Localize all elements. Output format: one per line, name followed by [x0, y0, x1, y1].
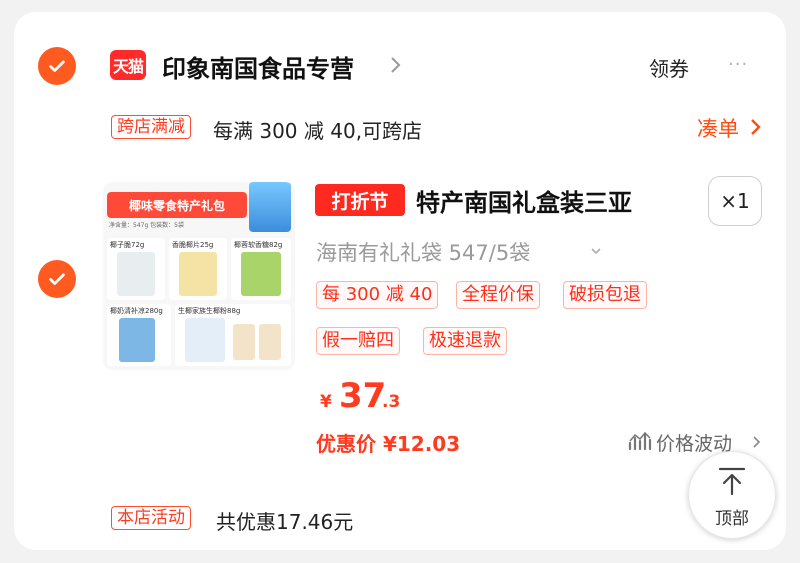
- back-to-top-button[interactable]: 顶部: [688, 451, 776, 539]
- product-image-banner: 椰味零食特产礼包: [107, 192, 247, 218]
- chevron-right-icon[interactable]: [748, 118, 764, 136]
- service-tag: 全程价保: [456, 281, 540, 309]
- back-to-top-label: 顶部: [715, 509, 749, 529]
- chevron-right-icon[interactable]: [386, 55, 406, 75]
- more-options-icon[interactable]: ···: [728, 54, 748, 75]
- total-discount-text: 共优惠17.46元: [216, 510, 354, 534]
- service-tag: 每 300 减 40: [316, 281, 439, 309]
- store-activity-tag: 本店活动: [111, 506, 191, 530]
- service-tag: 假一赔四: [316, 327, 400, 355]
- tmall-logo: 天猫: [110, 50, 146, 80]
- gift-bag-graphic: [249, 182, 291, 232]
- sku-selector[interactable]: 海南有礼礼袋 547/5袋: [316, 237, 530, 267]
- store-select-checkbox[interactable]: [38, 47, 76, 85]
- price-integer: 37: [339, 376, 387, 416]
- item-select-checkbox[interactable]: [38, 260, 76, 298]
- add-on-items-link[interactable]: 凑单: [697, 113, 739, 143]
- product-image-item: 生椰家族生椰粉88g: [175, 304, 291, 366]
- price-trend-icon[interactable]: [628, 431, 652, 451]
- checkmark-icon: [49, 60, 65, 72]
- chevron-down-icon[interactable]: [590, 245, 602, 257]
- cross-store-promo-tag: 跨店满减: [111, 115, 191, 139]
- product-image-item: 椰子脆72g: [107, 238, 165, 300]
- product-image-item: 椰蓉软香糖82g: [231, 238, 291, 300]
- promo-text: 每满 300 减 40,可跨店: [213, 119, 423, 143]
- quantity-selector[interactable]: ×1: [708, 176, 762, 226]
- service-tag: 破损包退: [563, 281, 647, 309]
- sale-festival-badge: 打折节: [315, 184, 405, 216]
- product-image[interactable]: 椰味零食特产礼包 净含量：547g 包装数：5袋 椰子脆72g 香脆椰片25g …: [103, 182, 295, 370]
- price-decimal: .3: [382, 392, 401, 412]
- store-name-link[interactable]: 印象南国食品专营: [162, 49, 354, 84]
- deal-price: 优惠价 ¥12.03: [316, 432, 461, 456]
- product-title[interactable]: 特产南国礼盒装三亚: [416, 183, 632, 218]
- product-image-item: 椰奶清补凉280g: [107, 304, 171, 366]
- get-coupon-button[interactable]: 领券: [649, 53, 689, 82]
- arrow-up-icon: [718, 467, 746, 496]
- product-image-subtext: 净含量：547g 包装数：5袋: [109, 222, 184, 229]
- checkmark-icon: [49, 273, 65, 285]
- price-currency: ¥: [320, 392, 332, 412]
- product-image-item: 香脆椰片25g: [169, 238, 227, 300]
- chevron-right-icon[interactable]: [752, 435, 762, 449]
- service-tag: 极速退款: [423, 327, 507, 355]
